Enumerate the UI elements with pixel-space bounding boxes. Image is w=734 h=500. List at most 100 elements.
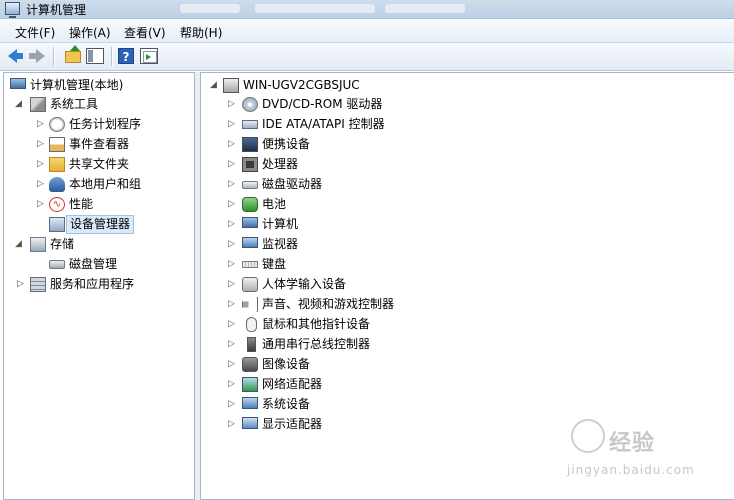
device-category-row[interactable]: ▷ 电池 [0, 195, 700, 214]
device-category-row[interactable]: ▷ 键盘 [0, 255, 700, 274]
title-bar: 计算机管理 [0, 0, 734, 19]
device-category-row[interactable]: ▷ 人体学输入设备 [0, 275, 700, 294]
help-button[interactable]: ? [118, 47, 136, 65]
back-arrow-icon [8, 49, 23, 63]
expand-triangle-icon[interactable]: ▷ [228, 335, 237, 354]
device-category-row[interactable]: ▷ 声音、视频和游戏控制器 [0, 295, 700, 314]
up-folder-icon [65, 45, 81, 63]
portable-device-icon [242, 137, 258, 152]
device-category-label: DVD/CD-ROM 驱动器 [262, 97, 383, 111]
baidu-jingyan-watermark: 经验 jingyan.baidu.com [563, 413, 728, 493]
expand-triangle-icon[interactable]: ▷ [228, 355, 237, 374]
network-adapter-icon [242, 377, 258, 392]
console-tree-icon [86, 48, 104, 64]
computer-icon [223, 78, 239, 93]
menu-help[interactable]: 帮助(H) [180, 24, 222, 41]
watermark-brand: 经验 [609, 431, 656, 456]
show-hide-tree-button[interactable] [86, 47, 104, 65]
device-category-row[interactable]: ▷ 图像设备 [0, 355, 700, 374]
paw-logo-icon [571, 419, 605, 453]
expand-triangle-icon[interactable]: ▷ [228, 315, 237, 334]
device-category-label: 电池 [262, 197, 287, 211]
window-title: 计算机管理 [26, 3, 87, 17]
dvd-drive-icon [242, 97, 258, 112]
action-pane-icon [140, 48, 158, 64]
tree-item-root[interactable]: 计算机管理(本地) [4, 76, 192, 95]
mouse-icon [246, 317, 257, 332]
device-root[interactable]: ◢ WIN-UGV2CGBSJUC [201, 76, 731, 95]
computer-icon [10, 78, 26, 89]
toolbar-separator [111, 47, 112, 66]
device-category-row[interactable]: ▷ IDE ATA/ATAPI 控制器 [0, 115, 700, 134]
system-device-icon [242, 397, 258, 409]
device-category-label: 处理器 [262, 157, 299, 171]
device-category-label: 便携设备 [262, 137, 311, 151]
blurred-region [180, 4, 240, 13]
keyboard-icon [242, 261, 258, 268]
device-category-row[interactable]: ▷ 系统设备 [0, 395, 700, 414]
computer-name: WIN-UGV2CGBSJUC [243, 78, 360, 92]
menu-file[interactable]: 文件(F) [15, 24, 55, 41]
device-category-label: 键盘 [262, 257, 287, 271]
menu-view[interactable]: 查看(V) [124, 24, 166, 41]
device-category-row[interactable]: ▷ DVD/CD-ROM 驱动器 [0, 95, 700, 114]
device-category-label: 图像设备 [262, 357, 311, 371]
expand-triangle-icon[interactable]: ▷ [228, 395, 237, 414]
expand-triangle-icon[interactable]: ▷ [228, 95, 237, 114]
device-category-label: 通用串行总线控制器 [262, 337, 371, 351]
computer-icon [242, 217, 258, 228]
blurred-region [255, 4, 375, 13]
device-category-row[interactable]: ▷ 便携设备 [0, 135, 700, 154]
collapse-triangle-icon[interactable]: ◢ [210, 76, 219, 95]
device-category-row[interactable]: ▷ 磁盘驱动器 [0, 175, 700, 194]
forward-arrow-icon [29, 49, 45, 63]
device-category-label: 监视器 [262, 237, 299, 251]
expand-triangle-icon[interactable]: ▷ [228, 275, 237, 294]
expand-triangle-icon[interactable]: ▷ [228, 195, 237, 214]
usb-icon [247, 337, 256, 352]
processor-icon [242, 157, 258, 172]
menu-bar: 文件(F) 操作(A) 查看(V) 帮助(H) [0, 19, 734, 43]
tree-label: 计算机管理(本地) [30, 78, 124, 92]
device-category-row[interactable]: ▷ 监视器 [0, 235, 700, 254]
camera-icon [242, 357, 258, 372]
menu-action[interactable]: 操作(A) [69, 24, 111, 41]
expand-triangle-icon[interactable]: ▷ [228, 215, 237, 234]
device-category-label: 声音、视频和游戏控制器 [262, 297, 395, 311]
device-category-row[interactable]: ▷ 鼠标和其他指针设备 [0, 315, 700, 334]
expand-triangle-icon[interactable]: ▷ [228, 255, 237, 274]
expand-triangle-icon[interactable]: ▷ [228, 235, 237, 254]
up-level-button[interactable] [64, 45, 82, 65]
expand-triangle-icon[interactable]: ▷ [228, 115, 237, 134]
device-category-row[interactable]: ▷ 计算机 [0, 215, 700, 234]
device-category-row[interactable]: ▷ 处理器 [0, 155, 700, 174]
expand-triangle-icon[interactable]: ▷ [228, 415, 237, 434]
expand-triangle-icon[interactable]: ▷ [228, 175, 237, 194]
disk-drive-icon [242, 181, 258, 189]
show-action-pane-button[interactable] [140, 47, 158, 65]
device-category-row[interactable]: ▷ 通用串行总线控制器 [0, 335, 700, 354]
device-category-row[interactable]: ▷ 网络适配器 [0, 375, 700, 394]
device-category-label: IDE ATA/ATAPI 控制器 [262, 117, 385, 131]
forward-button[interactable] [28, 47, 46, 65]
device-category-label: 系统设备 [262, 397, 311, 411]
device-category-label: 网络适配器 [262, 377, 323, 391]
expand-triangle-icon[interactable]: ▷ [228, 375, 237, 394]
device-category-label: 鼠标和其他指针设备 [262, 317, 371, 331]
expand-triangle-icon[interactable]: ▷ [228, 155, 237, 174]
toolbar-separator [53, 47, 54, 66]
device-category-label: 显示适配器 [262, 417, 323, 431]
toolbar: ? [0, 43, 734, 71]
sound-icon [242, 297, 258, 312]
display-adapter-icon [242, 417, 258, 429]
help-icon: ? [118, 48, 134, 64]
back-button[interactable] [8, 47, 26, 65]
hid-icon [242, 277, 258, 292]
monitor-icon [242, 237, 258, 248]
computer-management-icon [5, 2, 20, 18]
device-category-label: 人体学输入设备 [262, 277, 347, 291]
device-category-label: 磁盘驱动器 [262, 177, 323, 191]
expand-triangle-icon[interactable]: ▷ [228, 135, 237, 154]
watermark-url: jingyan.baidu.com [567, 463, 695, 477]
expand-triangle-icon[interactable]: ▷ [228, 295, 237, 314]
